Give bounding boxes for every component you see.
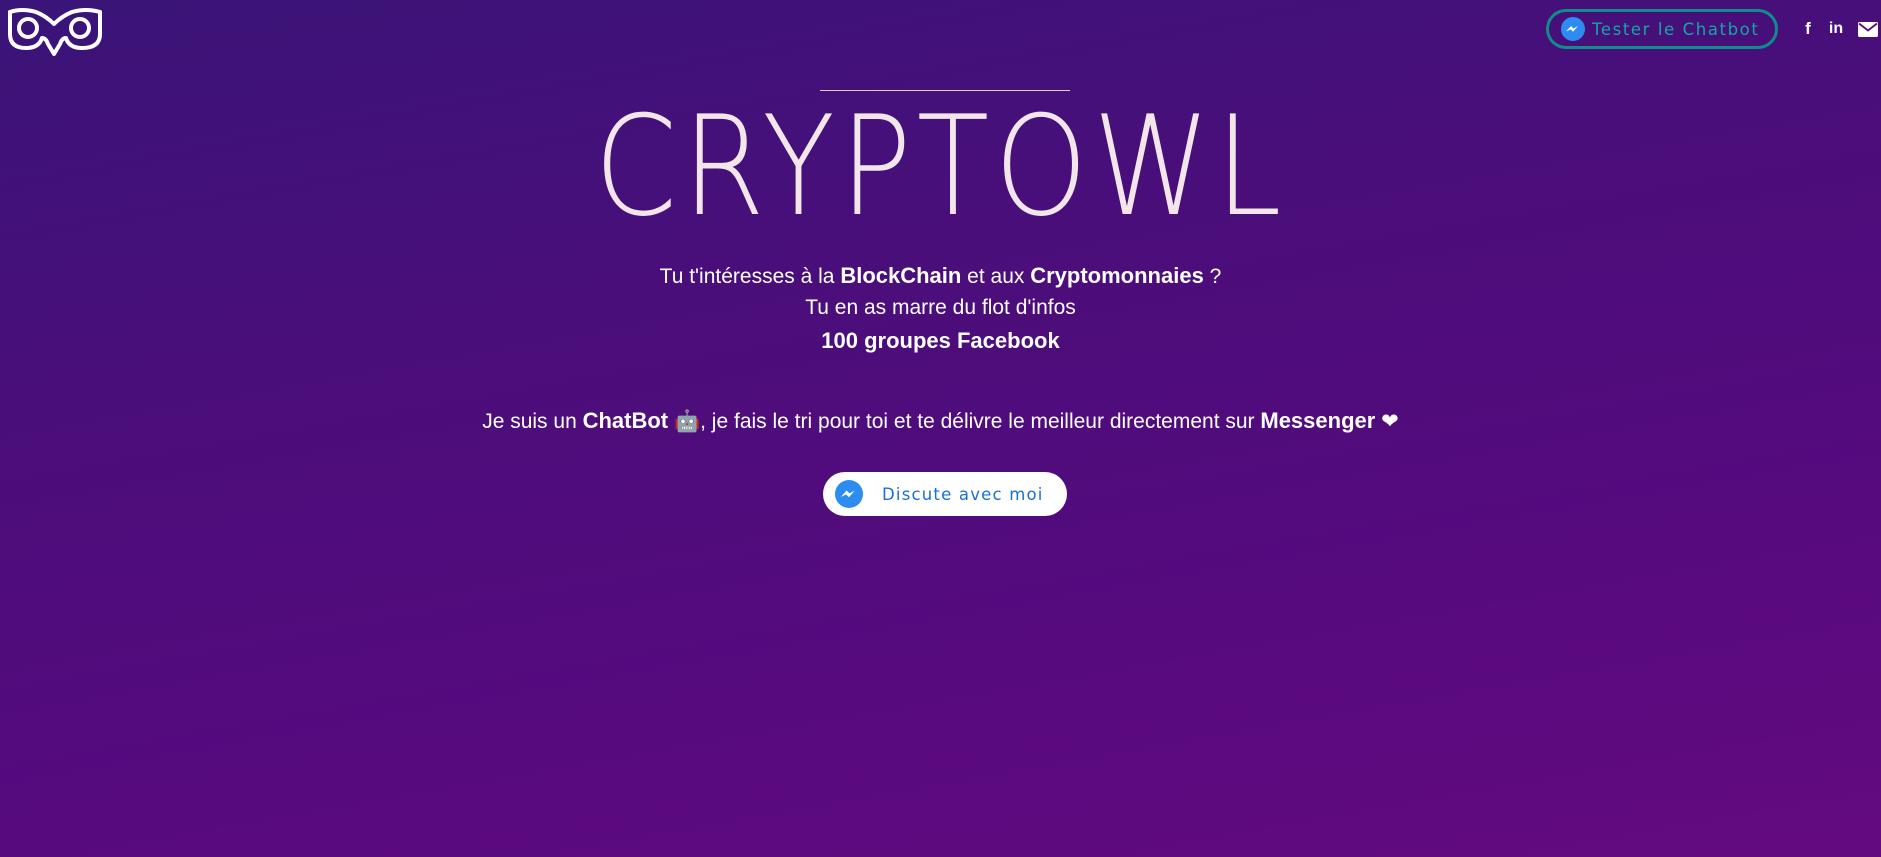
social-links: f in <box>1801 19 1881 39</box>
tester-chatbot-button[interactable]: Tester le Chatbot <box>1546 9 1778 49</box>
tagline-text: Tu t'intéresses à la <box>659 265 841 288</box>
discute-avec-moi-button[interactable]: Discute avec moi <box>823 472 1067 516</box>
tagline-text: et aux <box>961 265 1031 288</box>
tagline-bold-crypto: Cryptomonnaies <box>1030 263 1204 288</box>
mail-icon[interactable] <box>1857 19 1879 39</box>
description-text: , je fais le tri pour toi et te délivre … <box>700 410 1261 433</box>
owl-logo-icon[interactable] <box>6 4 102 60</box>
description-bold-messenger: Messenger <box>1260 408 1376 433</box>
brand-title: CRYPTOWL <box>594 86 1287 247</box>
chatbot-description: Je suis un ChatBot 🤖, je fais le tri pou… <box>0 405 1881 438</box>
tester-chatbot-label: Tester le Chatbot <box>1592 19 1760 39</box>
tagline-line-1: Tu t'intéresses à la BlockChain et aux C… <box>0 260 1881 293</box>
tagline-text: ? <box>1203 265 1222 288</box>
messenger-icon <box>1561 17 1585 41</box>
description-bold-chatbot: ChatBot <box>582 408 669 433</box>
facebook-icon[interactable]: f <box>1801 19 1815 39</box>
tagline-bold-blockchain: BlockChain <box>840 263 962 288</box>
linkedin-icon[interactable]: in <box>1825 19 1847 39</box>
tagline-line-2: Tu en as marre du flot d'infos <box>805 296 1076 319</box>
description-text: Je suis un <box>482 410 583 433</box>
robot-icon: 🤖 <box>673 410 701 433</box>
messenger-icon <box>835 480 863 508</box>
header-actions: Tester le Chatbot f in <box>1546 8 1881 50</box>
heart-icon: ❤ <box>1381 410 1399 433</box>
tagline-line-3: 100 groupes Facebook <box>821 328 1060 353</box>
discute-avec-moi-label: Discute avec moi <box>882 484 1044 504</box>
